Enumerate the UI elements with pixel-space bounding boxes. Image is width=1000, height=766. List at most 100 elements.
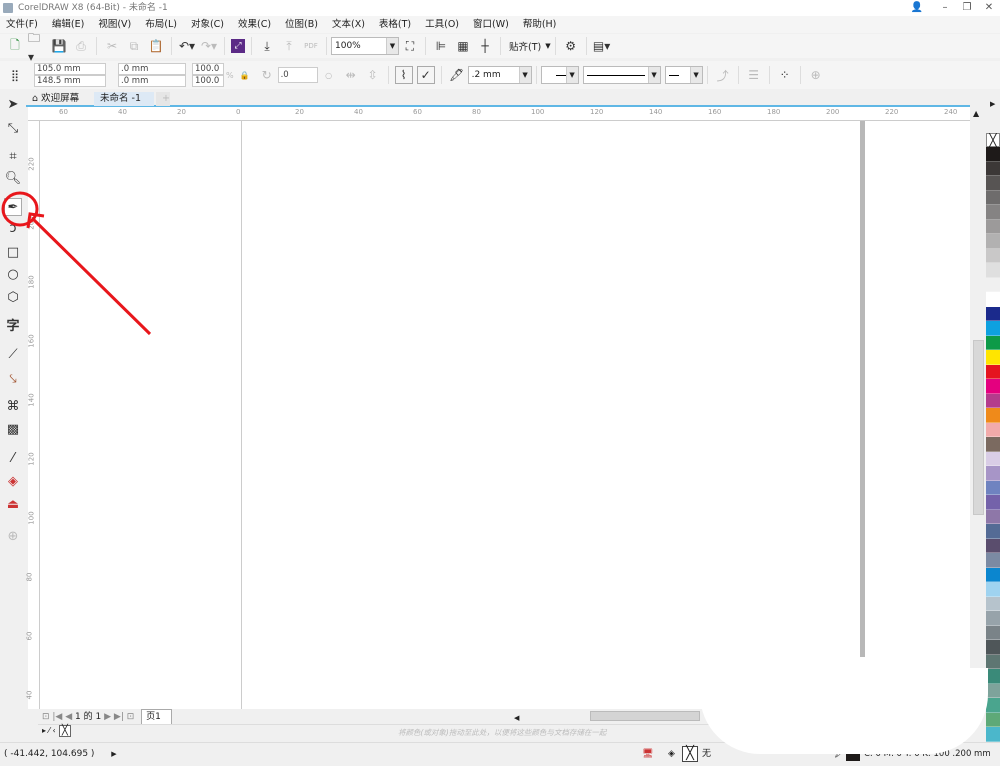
reference-point-icon[interactable]: ⣿ [6, 66, 24, 84]
color-swatch[interactable] [986, 466, 1000, 481]
menu-text[interactable]: 文本(X) [332, 16, 365, 33]
transparency-tool-icon[interactable]: ▩ [4, 421, 22, 439]
page-nav-last-icon[interactable]: ▶ ▶| ⊡ [104, 712, 134, 722]
color-swatch[interactable] [986, 712, 1000, 727]
page-nav-first-icon[interactable]: ⊡ |◀ ◀ [42, 712, 72, 722]
pick-tool-icon[interactable]: ➤ [4, 96, 22, 114]
color-swatch[interactable] [986, 364, 1000, 379]
start-arrowhead-select[interactable]: ▼ [540, 66, 579, 84]
rotation-field[interactable]: .0 [277, 67, 318, 83]
no-color-swatch[interactable]: ╳ [986, 133, 1000, 147]
color-swatch[interactable] [986, 408, 1000, 423]
color-swatch[interactable] [986, 277, 1000, 292]
options-gear-icon[interactable]: ⚙ [562, 37, 580, 55]
outline-width-select[interactable]: .2 mm ▼ [467, 66, 532, 84]
drop-shadow-tool-icon[interactable]: ⌘ [4, 398, 22, 416]
menu-tools[interactable]: 工具(O) [425, 16, 459, 33]
drawing-canvas[interactable] [40, 121, 970, 709]
x-position-field[interactable]: 105.0 mm [34, 63, 106, 75]
redo-icon[interactable]: ↷▾ [200, 37, 218, 55]
print-icon[interactable]: ⎙ [72, 37, 90, 55]
color-swatch[interactable] [986, 495, 1000, 510]
auto-close-curve-icon[interactable]: ⌇ [394, 66, 413, 84]
horizontal-scrollbar-thumb[interactable] [590, 711, 700, 721]
add-tool-icon[interactable]: ⊕ [4, 528, 22, 546]
height-field[interactable]: .0 mm [118, 75, 186, 87]
end-arrowhead-select[interactable]: ▼ [664, 66, 703, 84]
menu-view[interactable]: 视图(V) [98, 16, 131, 33]
cut-icon[interactable]: ✂ [103, 37, 121, 55]
vertical-scrollbar[interactable]: ▲ [972, 109, 985, 709]
width-field[interactable]: .0 mm [118, 63, 186, 75]
color-swatch[interactable] [986, 538, 1000, 553]
color-swatch[interactable] [986, 611, 1000, 626]
menu-bitmaps[interactable]: 位图(B) [285, 16, 318, 33]
pdf-icon[interactable]: PDF [302, 37, 320, 55]
menu-object[interactable]: 对象(C) [191, 16, 224, 33]
color-swatch[interactable] [986, 582, 1000, 597]
menu-edit[interactable]: 编辑(E) [52, 16, 84, 33]
snap-to-menu[interactable]: 贴齐(T) [509, 39, 541, 53]
y-position-field[interactable]: 148.5 mm [34, 75, 106, 87]
hscroll-left-icon[interactable]: ◀ [514, 711, 524, 722]
color-swatch[interactable] [986, 263, 1000, 278]
menu-effects[interactable]: 效果(C) [238, 16, 271, 33]
menu-help[interactable]: 帮助(H) [523, 16, 557, 33]
zoom-tool-icon[interactable]: 🔍︎ [4, 170, 22, 188]
color-swatch[interactable] [986, 147, 1000, 162]
scale-y-field[interactable]: 100.0 [192, 75, 224, 87]
color-swatch[interactable] [986, 451, 1000, 466]
minimize-button[interactable]: – [934, 0, 956, 16]
color-profile-icon[interactable]: 🖥 [642, 743, 653, 765]
import-icon[interactable]: ⤓ [258, 37, 276, 55]
color-swatch[interactable] [986, 393, 1000, 408]
color-swatch[interactable] [986, 422, 1000, 437]
pen-tool-icon[interactable]: ✒ [4, 198, 22, 216]
tab-welcome-screen[interactable]: ⌂ 欢迎屏幕 [26, 92, 94, 106]
mirror-horizontal-icon[interactable]: ⇹ [342, 66, 360, 84]
new-document-icon[interactable]: 🗋 [6, 37, 24, 55]
interactive-fill-icon[interactable]: ◈ [4, 473, 22, 491]
color-swatch[interactable] [986, 350, 1000, 365]
color-swatch[interactable] [986, 567, 1000, 582]
preview-mode-icon[interactable]: ✓ [416, 66, 435, 84]
menu-table[interactable]: 表格(T) [379, 16, 411, 33]
parallel-dimension-icon[interactable]: ⟋ [4, 346, 22, 364]
color-swatch[interactable] [986, 161, 1000, 176]
color-swatch[interactable] [986, 596, 1000, 611]
restore-button[interactable]: ❐ [956, 0, 978, 16]
crop-tool-icon[interactable]: ⌗ [4, 148, 22, 166]
polygon-tool-icon[interactable]: ⬡ [4, 289, 22, 307]
lock-ratio-icon[interactable]: 🔒 [236, 66, 254, 84]
no-color-swatch[interactable]: ╳ [58, 725, 71, 737]
color-swatch[interactable] [986, 379, 1000, 394]
rectangle-tool-icon[interactable]: □ [4, 244, 22, 262]
paste-icon[interactable]: 📋 [147, 37, 165, 55]
color-swatch[interactable] [986, 437, 1000, 452]
connector-tool-icon[interactable]: ⤥ [4, 371, 22, 389]
show-rulers-icon[interactable]: ⊫ [432, 37, 450, 55]
color-swatch[interactable] [986, 306, 1000, 321]
docker-menu-icon[interactable]: ▸ ⁄ ‹ [42, 726, 56, 735]
color-swatch[interactable] [986, 640, 1000, 655]
mirror-vertical-icon[interactable]: ⇳ [364, 66, 382, 84]
zoom-level-select[interactable]: 100% ▼ [331, 37, 399, 55]
show-grid-icon[interactable]: ▦ [454, 37, 472, 55]
expand-docker-icon[interactable]: ▶ [990, 100, 995, 108]
color-swatch[interactable] [986, 524, 1000, 539]
ellipse-tool-icon[interactable]: ○ [4, 266, 22, 284]
page-tab-1[interactable]: 页1 [141, 709, 172, 725]
wrap-text-icon[interactable]: ☰ [745, 66, 763, 84]
search-content-icon[interactable]: ⤢ [231, 39, 245, 53]
open-icon[interactable]: 🗀▾ [28, 31, 46, 64]
eyedropper-tool-icon[interactable]: ⁄ [4, 450, 22, 468]
export-icon[interactable]: ⤒ [280, 37, 298, 55]
smart-fill-icon[interactable]: ⏏ [4, 496, 22, 514]
color-swatch[interactable] [986, 625, 1000, 640]
color-swatch[interactable] [986, 234, 1000, 249]
color-swatch[interactable] [986, 219, 1000, 234]
color-swatch[interactable] [986, 654, 1000, 669]
fill-none-swatch[interactable]: ╳ [682, 746, 698, 762]
reverse-direction-icon[interactable]: ⤴ [714, 66, 732, 84]
full-screen-icon[interactable]: ⛶ [401, 37, 419, 55]
